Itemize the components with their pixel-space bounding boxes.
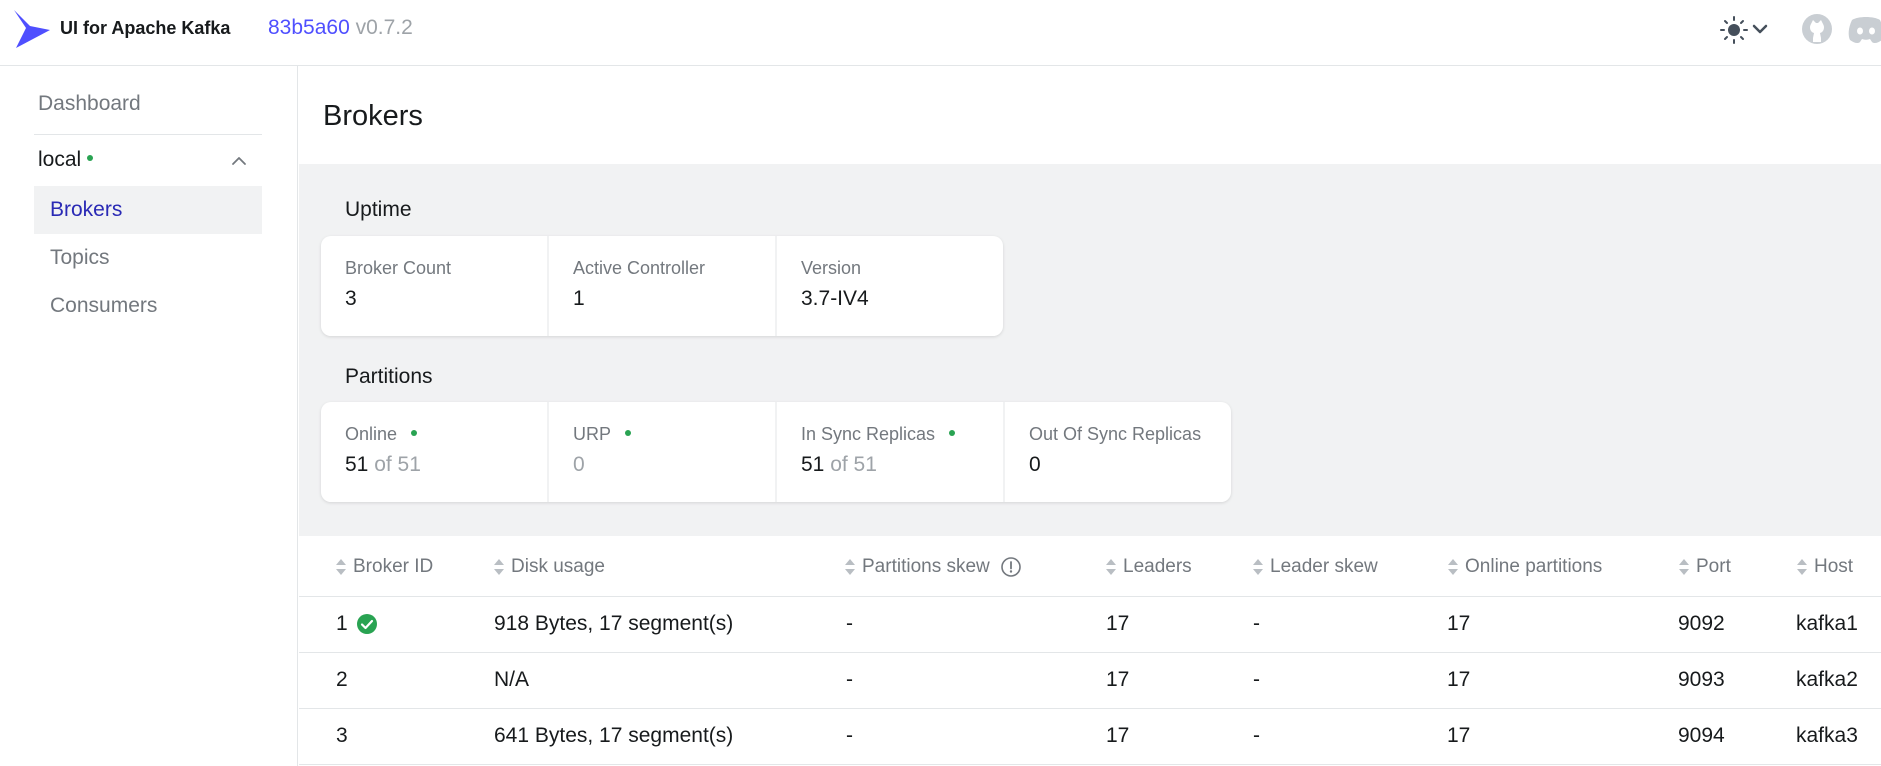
column-header-disk-usage[interactable]: Disk usage xyxy=(493,556,605,578)
status-dot xyxy=(411,430,418,437)
status-dot xyxy=(625,430,632,437)
cluster-status-dot xyxy=(87,155,94,162)
sidebar-item-dashboard[interactable]: Dashboard xyxy=(38,92,141,116)
broker-id-cell[interactable]: 2 xyxy=(336,668,348,692)
sort-icon xyxy=(1679,559,1689,575)
stat-label: Online xyxy=(345,424,523,445)
partitions-stats: Online 51 of 51 URP 0 In Sync Replicas 5… xyxy=(321,402,1231,502)
stat-value: 51 of 51 xyxy=(801,453,877,476)
stat-value: 0 xyxy=(1029,453,1041,476)
leader-skew-cell: - xyxy=(1253,724,1260,747)
broker-id-cell[interactable]: 3 xyxy=(336,724,348,748)
kafka-logo-icon[interactable] xyxy=(12,8,52,52)
leaders-cell: 17 xyxy=(1106,612,1130,635)
version-info: 83b5a60 v0.7.2 xyxy=(268,16,413,40)
metrics-panel: Uptime Broker Count 3 Active Controller … xyxy=(299,164,1881,536)
sort-icon xyxy=(336,559,346,575)
status-dot xyxy=(949,430,956,437)
controller-check-icon xyxy=(356,614,377,634)
stat-value: 3 xyxy=(345,287,357,310)
host-cell: kafka3 xyxy=(1796,724,1858,747)
sort-icon xyxy=(1253,559,1263,575)
table-row[interactable]: 2 N/A - 17 - 17 9093 kafka2 xyxy=(299,653,1881,709)
port-cell: 9094 xyxy=(1678,724,1725,747)
table-row[interactable]: 1 918 Bytes, 17 segment(s) - 17 - 17 909… xyxy=(299,597,1881,653)
table-row[interactable]: 3 641 Bytes, 17 segment(s) - 17 - 17 909… xyxy=(299,709,1881,765)
port-cell: 9092 xyxy=(1678,612,1725,635)
stat-active-controller: Active Controller 1 xyxy=(549,236,775,336)
cluster-toggle[interactable]: local xyxy=(38,148,94,172)
info-icon[interactable] xyxy=(1000,556,1022,578)
stat-value: 1 xyxy=(573,287,585,310)
stat-out-of-sync-replicas: Out Of Sync Replicas 0 xyxy=(1005,402,1231,502)
cluster-name: local xyxy=(38,148,82,171)
theme-toggle-button[interactable] xyxy=(1718,14,1770,46)
commit-hash-link[interactable]: 83b5a60 xyxy=(268,16,350,39)
leader-skew-cell: - xyxy=(1253,612,1260,635)
stat-label: In Sync Replicas xyxy=(801,424,979,445)
column-header-host[interactable]: Host xyxy=(1796,556,1853,578)
sidebar-item-topics[interactable]: Topics xyxy=(34,234,262,282)
page-title: Brokers xyxy=(323,100,423,132)
partitions-skew-cell: - xyxy=(846,668,853,691)
broker-id-cell[interactable]: 1 xyxy=(336,612,378,636)
stat-value: 0 xyxy=(573,453,585,476)
version-label: v0.7.2 xyxy=(355,16,413,39)
partitions-skew-cell: - xyxy=(846,612,853,635)
brokers-table: Broker ID Disk usage Partitions skew Lea… xyxy=(299,536,1881,765)
top-bar: UI for Apache Kafka 83b5a60 v0.7.2 xyxy=(0,0,1881,66)
online-partitions-cell: 17 xyxy=(1447,668,1471,691)
column-header-port[interactable]: Port xyxy=(1678,556,1731,578)
leaders-cell: 17 xyxy=(1106,668,1130,691)
disk-usage-cell: 918 Bytes, 17 segment(s) xyxy=(494,612,734,635)
stat-value: 3.7-IV4 xyxy=(801,287,869,310)
leader-skew-cell: - xyxy=(1253,668,1260,691)
stat-value: 51 of 51 xyxy=(345,453,421,476)
disk-usage-cell: 641 Bytes, 17 segment(s) xyxy=(494,724,734,747)
stat-label: URP xyxy=(573,424,751,445)
column-header-leaders[interactable]: Leaders xyxy=(1105,556,1192,578)
column-header-leader-skew[interactable]: Leader skew xyxy=(1252,556,1378,578)
stat-label: Version xyxy=(801,258,862,278)
sort-icon xyxy=(494,559,504,575)
partitions-label: Partitions xyxy=(345,365,433,388)
port-cell: 9093 xyxy=(1678,668,1725,691)
online-partitions-cell: 17 xyxy=(1447,612,1471,635)
column-header-partitions-skew[interactable]: Partitions skew xyxy=(844,556,1022,578)
stat-label: Active Controller xyxy=(573,258,706,278)
stat-broker-count: Broker Count 3 xyxy=(321,236,547,336)
discord-icon[interactable] xyxy=(1846,14,1881,46)
stat-label: Out Of Sync Replicas xyxy=(1029,424,1202,444)
sidebar-divider xyxy=(34,134,262,135)
sidebar: Dashboard local Brokers Topics Consumers xyxy=(0,66,298,766)
sort-icon xyxy=(845,559,855,575)
online-partitions-cell: 17 xyxy=(1447,724,1471,747)
sort-icon xyxy=(1106,559,1116,575)
stat-label: Broker Count xyxy=(345,258,452,278)
sort-icon xyxy=(1797,559,1807,575)
stat-version: Version 3.7-IV4 xyxy=(777,236,1003,336)
stat-online: Online 51 of 51 xyxy=(321,402,547,502)
stat-in-sync-replicas: In Sync Replicas 51 of 51 xyxy=(777,402,1003,502)
uptime-label: Uptime xyxy=(345,198,412,221)
disk-usage-cell: N/A xyxy=(494,668,530,691)
github-icon[interactable] xyxy=(1800,12,1834,46)
sort-icon xyxy=(1448,559,1458,575)
sun-icon xyxy=(1720,16,1768,44)
sidebar-item-consumers[interactable]: Consumers xyxy=(34,282,262,330)
host-cell: kafka1 xyxy=(1796,612,1858,635)
leaders-cell: 17 xyxy=(1106,724,1130,747)
table-header: Broker ID Disk usage Partitions skew Lea… xyxy=(299,536,1881,597)
partitions-skew-cell: - xyxy=(846,724,853,747)
app-title[interactable]: UI for Apache Kafka xyxy=(60,18,230,39)
main-content: Brokers Uptime Broker Count 3 Active Con… xyxy=(299,66,1881,766)
uptime-stats: Broker Count 3 Active Controller 1 Versi… xyxy=(321,236,1003,336)
sidebar-item-brokers[interactable]: Brokers xyxy=(34,186,262,234)
host-cell: kafka2 xyxy=(1796,668,1858,691)
chevron-up-icon[interactable] xyxy=(230,152,248,170)
column-header-broker-id[interactable]: Broker ID xyxy=(335,556,433,578)
stat-urp: URP 0 xyxy=(549,402,775,502)
column-header-online-partitions[interactable]: Online partitions xyxy=(1447,556,1602,578)
